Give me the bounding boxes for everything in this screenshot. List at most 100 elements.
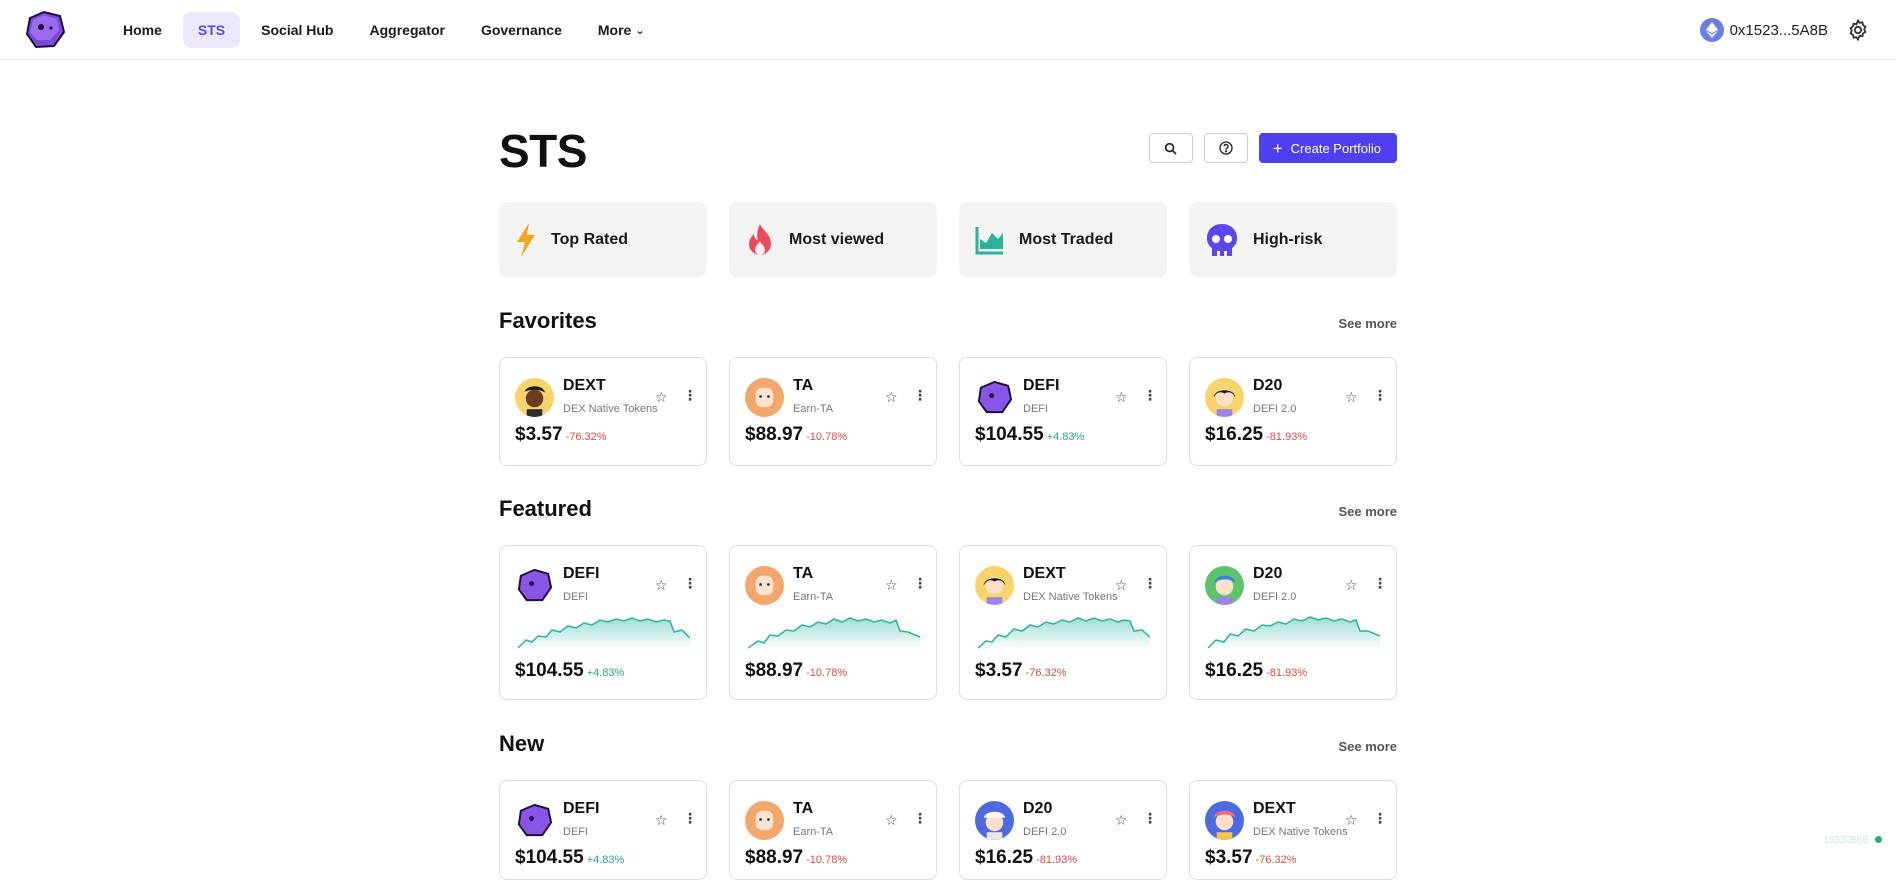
more-vertical-icon[interactable]: ⋮: [1373, 387, 1387, 404]
star-icon[interactable]: ☆: [1345, 812, 1358, 829]
card-category: DEFI 2.0: [1023, 826, 1066, 838]
nav-more-label: More: [598, 22, 631, 38]
nav-social-hub-label: Social Hub: [261, 22, 333, 38]
portfolio-card[interactable]: TA Earn-TA ☆ ⋮ $88.97-10.78%: [729, 545, 937, 700]
avatar: [745, 801, 784, 840]
portfolio-card[interactable]: TA Earn-TA ☆ ⋮ $88.97-10.78%: [729, 357, 937, 466]
card-change: -10.78%: [806, 854, 847, 866]
card-price-row: $16.25-81.93%: [975, 847, 1077, 869]
category-label: High-risk: [1253, 231, 1322, 249]
more-vertical-icon[interactable]: ⋮: [1143, 387, 1157, 404]
portfolio-card[interactable]: DEFI DEFI ☆ ⋮ $104.55+4.83%: [499, 545, 707, 700]
card-name: TA: [793, 800, 813, 818]
star-icon[interactable]: ☆: [655, 389, 668, 406]
sparkline-chart: [978, 610, 1150, 650]
portfolio-card[interactable]: DEXT DEX Native Tokens ☆ ⋮ $3.57-76.32%: [1189, 780, 1397, 880]
app-logo[interactable]: [24, 10, 66, 50]
category-label: Top Rated: [551, 231, 628, 249]
star-icon[interactable]: ☆: [885, 389, 898, 406]
portfolio-card[interactable]: DEFI DEFI ☆ ⋮ $104.55+4.83%: [959, 357, 1167, 466]
section-title: New: [499, 731, 544, 757]
more-vertical-icon[interactable]: ⋮: [1143, 575, 1157, 592]
avatar: [745, 566, 784, 605]
category-row: Top Rated Most viewed Most Traded High-r…: [499, 202, 1397, 277]
see-more-link[interactable]: See more: [1338, 504, 1397, 519]
category-top-rated[interactable]: Top Rated: [499, 202, 707, 277]
more-vertical-icon[interactable]: ⋮: [913, 810, 927, 827]
create-portfolio-label: Create Portfolio: [1291, 141, 1381, 156]
card-change: -81.93%: [1266, 667, 1307, 679]
search-icon: [1164, 142, 1177, 155]
avatar: [515, 566, 554, 605]
sparkline-chart: [518, 610, 690, 650]
card-change: +4.83%: [587, 854, 625, 866]
star-icon[interactable]: ☆: [1345, 577, 1358, 594]
star-icon[interactable]: ☆: [885, 812, 898, 829]
nav-governance[interactable]: Governance: [466, 12, 577, 48]
see-more-link[interactable]: See more: [1338, 316, 1397, 331]
card-price-row: $104.55+4.83%: [515, 660, 624, 682]
sparkline-chart: [1208, 610, 1380, 650]
toolbar: + Create Portfolio: [1149, 133, 1397, 163]
category-most-viewed[interactable]: Most viewed: [729, 202, 937, 277]
nav-home-label: Home: [123, 22, 162, 38]
lightning-icon: [515, 223, 537, 257]
wallet-button[interactable]: 0x1523...5A8B: [1700, 18, 1828, 42]
category-high-risk[interactable]: High-risk: [1189, 202, 1397, 277]
star-icon[interactable]: ☆: [1115, 389, 1128, 406]
nav-social-hub[interactable]: Social Hub: [246, 12, 348, 48]
help-button[interactable]: [1204, 133, 1248, 163]
card-price: $88.97: [745, 424, 803, 445]
star-icon[interactable]: ☆: [655, 812, 668, 829]
star-icon[interactable]: ☆: [1345, 389, 1358, 406]
card-name: DEXT: [1023, 565, 1066, 583]
card-price-row: $16.25-81.93%: [1205, 660, 1307, 682]
nav-home[interactable]: Home: [108, 12, 177, 48]
card-category: DEX Native Tokens: [1023, 591, 1118, 603]
help-icon: [1219, 141, 1233, 155]
more-vertical-icon[interactable]: ⋮: [683, 575, 697, 592]
portfolio-card[interactable]: TA Earn-TA ☆ ⋮ $88.97-10.78%: [729, 780, 937, 880]
card-name: DEFI: [1023, 377, 1059, 395]
card-name: DEFI: [563, 800, 599, 818]
nav-aggregator[interactable]: Aggregator: [355, 12, 460, 48]
favorites-cards: DEXT DEX Native Tokens ☆ ⋮ $3.57-76.32% …: [499, 357, 1397, 466]
star-icon[interactable]: ☆: [655, 577, 668, 594]
star-icon[interactable]: ☆: [885, 577, 898, 594]
card-price: $104.55: [515, 847, 584, 868]
card-price: $16.25: [1205, 660, 1263, 681]
card-category: DEX Native Tokens: [563, 403, 658, 415]
more-vertical-icon[interactable]: ⋮: [913, 575, 927, 592]
sparkline-chart: [748, 610, 920, 650]
nav-more[interactable]: More⌄: [583, 12, 660, 48]
portfolio-card[interactable]: D20 DEFI 2.0 ☆ ⋮ $16.25-81.93%: [959, 780, 1167, 880]
card-name: DEXT: [563, 377, 606, 395]
portfolio-card[interactable]: D20 DEFI 2.0 ☆ ⋮ $16.25-81.93%: [1189, 357, 1397, 466]
card-change: -81.93%: [1036, 854, 1077, 866]
create-portfolio-button[interactable]: + Create Portfolio: [1259, 133, 1397, 163]
nav-aggregator-label: Aggregator: [370, 22, 445, 38]
portfolio-card[interactable]: DEFI DEFI ☆ ⋮ $104.55+4.83%: [499, 780, 707, 880]
more-vertical-icon[interactable]: ⋮: [1143, 810, 1157, 827]
new-cards: DEFI DEFI ☆ ⋮ $104.55+4.83% TA Earn-TA ☆…: [499, 780, 1397, 880]
gear-icon[interactable]: [1846, 18, 1870, 42]
card-price-row: $16.25-81.93%: [1205, 424, 1307, 446]
more-vertical-icon[interactable]: ⋮: [683, 810, 697, 827]
category-most-traded[interactable]: Most Traded: [959, 202, 1167, 277]
card-change: -10.78%: [806, 667, 847, 679]
avatar: [1205, 566, 1244, 605]
card-change: -76.32%: [566, 431, 607, 443]
portfolio-card[interactable]: DEXT DEX Native Tokens ☆ ⋮ $3.57-76.32%: [959, 545, 1167, 700]
card-price: $104.55: [975, 424, 1044, 445]
star-icon[interactable]: ☆: [1115, 577, 1128, 594]
more-vertical-icon[interactable]: ⋮: [1373, 810, 1387, 827]
portfolio-card[interactable]: D20 DEFI 2.0 ☆ ⋮ $16.25-81.93%: [1189, 545, 1397, 700]
see-more-link[interactable]: See more: [1338, 739, 1397, 754]
more-vertical-icon[interactable]: ⋮: [913, 387, 927, 404]
portfolio-card[interactable]: DEXT DEX Native Tokens ☆ ⋮ $3.57-76.32%: [499, 357, 707, 466]
more-vertical-icon[interactable]: ⋮: [683, 387, 697, 404]
search-button[interactable]: [1149, 133, 1193, 163]
star-icon[interactable]: ☆: [1115, 812, 1128, 829]
more-vertical-icon[interactable]: ⋮: [1373, 575, 1387, 592]
nav-sts[interactable]: STS: [183, 12, 240, 48]
